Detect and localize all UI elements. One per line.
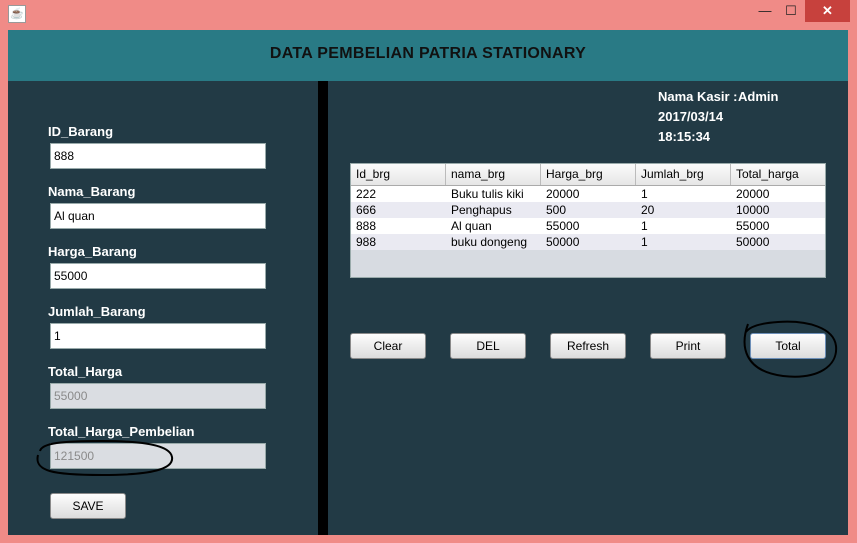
purchase-table[interactable]: Id_brg nama_brg Harga_brg Jumlah_brg Tot… bbox=[350, 163, 826, 278]
header-bar: DATA PEMBELIAN PATRIA STATIONARY bbox=[8, 30, 848, 81]
delete-button[interactable]: DEL bbox=[450, 333, 526, 359]
table-cell: 20000 bbox=[736, 187, 770, 201]
table-cell: Penghapus bbox=[451, 203, 512, 217]
nama-barang-label: Nama_Barang bbox=[48, 184, 136, 199]
main-panel: DATA PEMBELIAN PATRIA STATIONARY ID_Bara… bbox=[8, 30, 848, 535]
table-row[interactable]: 666 Penghapus 500 20 10000 bbox=[351, 202, 825, 218]
table-cell: 50000 bbox=[736, 235, 770, 249]
column-header-total[interactable]: Total_harga bbox=[731, 164, 825, 185]
table-cell: Al quan bbox=[451, 219, 492, 233]
table-cell: Buku tulis kiki bbox=[451, 187, 524, 201]
table-header: Id_brg nama_brg Harga_brg Jumlah_brg Tot… bbox=[351, 164, 825, 186]
table-cell: 20000 bbox=[546, 187, 580, 201]
table-cell: 50000 bbox=[546, 235, 580, 249]
print-button[interactable]: Print bbox=[650, 333, 726, 359]
table-cell: 988 bbox=[356, 235, 377, 249]
table-cell: 1 bbox=[641, 219, 648, 233]
table-cell: 1 bbox=[641, 235, 648, 249]
kasir-label: Nama Kasir : bbox=[658, 89, 738, 104]
title-bar[interactable]: ☕ — ☐ ✕ bbox=[0, 0, 857, 28]
clear-button[interactable]: Clear bbox=[350, 333, 426, 359]
maximize-button[interactable]: ☐ bbox=[778, 0, 804, 22]
jumlah-barang-label: Jumlah_Barang bbox=[48, 304, 146, 319]
minimize-button[interactable]: — bbox=[752, 0, 778, 22]
refresh-button[interactable]: Refresh bbox=[550, 333, 626, 359]
total-harga-pembelian-label: Total_Harga_Pembelian bbox=[48, 424, 195, 439]
table-cell: 888 bbox=[356, 219, 377, 233]
current-date: 2017/03/14 bbox=[658, 109, 724, 124]
table-cell: 55000 bbox=[736, 219, 770, 233]
id-barang-input[interactable]: 888 bbox=[50, 143, 266, 169]
close-button[interactable]: ✕ bbox=[805, 0, 850, 22]
total-button[interactable]: Total bbox=[750, 333, 826, 359]
page-title: DATA PEMBELIAN PATRIA STATIONARY bbox=[269, 45, 587, 62]
total-harga-field: 55000 bbox=[50, 383, 266, 409]
window-frame: ☕ — ☐ ✕ DATA PEMBELIAN PATRIA STATIONARY… bbox=[0, 0, 857, 543]
id-barang-label: ID_Barang bbox=[48, 124, 114, 139]
column-header-jumlah[interactable]: Jumlah_brg bbox=[636, 164, 731, 185]
table-cell: 222 bbox=[356, 187, 377, 201]
kasir-name: Admin bbox=[738, 89, 779, 104]
table-cell: 1 bbox=[641, 187, 648, 201]
harga-barang-input[interactable]: 55000 bbox=[50, 263, 266, 289]
table-cell: 20 bbox=[641, 203, 655, 217]
panel-divider bbox=[318, 81, 328, 535]
jumlah-barang-input[interactable]: 1 bbox=[50, 323, 266, 349]
nama-barang-input[interactable]: Al quan bbox=[50, 203, 266, 229]
save-button[interactable]: SAVE bbox=[50, 493, 126, 519]
total-harga-label: Total_Harga bbox=[48, 364, 123, 379]
harga-barang-label: Harga_Barang bbox=[48, 244, 137, 259]
table-row[interactable]: 222 Buku tulis kiki 20000 1 20000 bbox=[351, 186, 825, 202]
table-cell: 666 bbox=[356, 203, 377, 217]
table-cell: buku dongeng bbox=[451, 235, 528, 249]
table-cell: 10000 bbox=[736, 203, 770, 217]
current-time: 18:15:34 bbox=[658, 129, 711, 144]
column-header-id[interactable]: Id_brg bbox=[351, 164, 446, 185]
table-row[interactable]: 888 Al quan 55000 1 55000 bbox=[351, 218, 825, 234]
table-cell: 55000 bbox=[546, 219, 580, 233]
table-row[interactable]: 988 buku dongeng 50000 1 50000 bbox=[351, 234, 825, 250]
column-header-harga[interactable]: Harga_brg bbox=[541, 164, 636, 185]
table-cell: 500 bbox=[546, 203, 567, 217]
java-app-icon: ☕ bbox=[8, 5, 26, 23]
total-harga-pembelian-field: 121500 bbox=[50, 443, 266, 469]
column-header-nama[interactable]: nama_brg bbox=[446, 164, 541, 185]
